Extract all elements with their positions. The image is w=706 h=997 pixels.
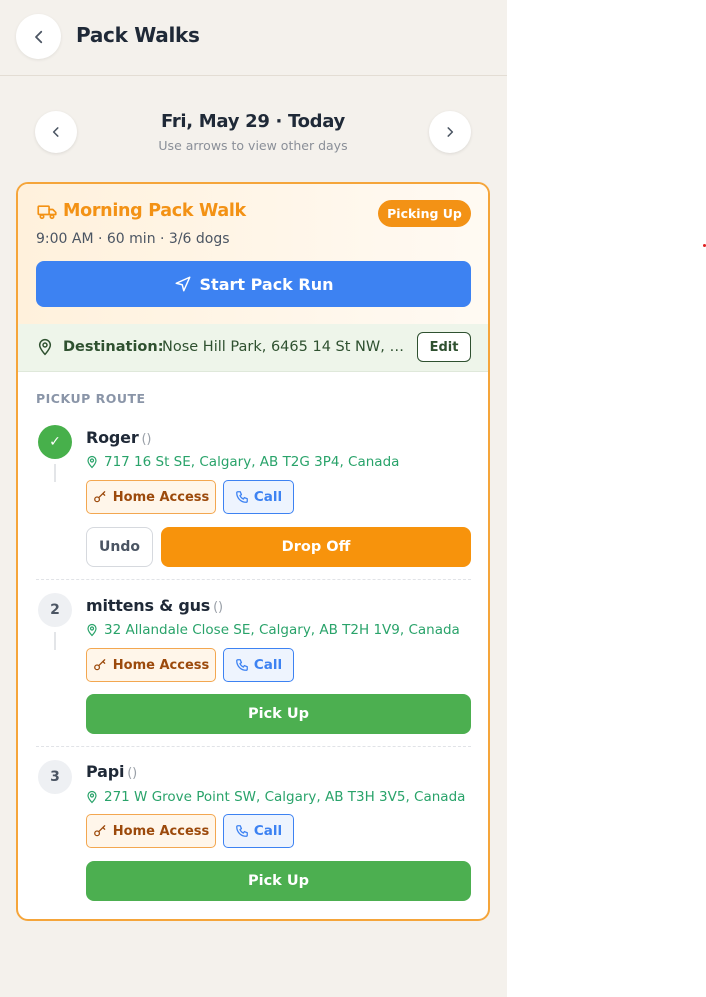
status-badge: Picking Up — [378, 200, 471, 227]
stop-address-link[interactable]: 717 16 St SE, Calgary, AB T2G 3P4, Canad… — [86, 454, 399, 470]
phone-icon — [235, 825, 248, 837]
destination-label: Destination: — [63, 339, 164, 355]
phone-icon — [235, 491, 248, 503]
home-access-button[interactable]: Home Access — [86, 648, 216, 682]
map-pin-icon — [87, 623, 97, 637]
walk-meta: 9:00 AM · 60 min · 3/6 dogs — [36, 231, 230, 247]
stop-done-checkmark: ✓ — [38, 425, 72, 459]
dog-name: mittens & gus — [86, 596, 211, 615]
home-access-label: Home Access — [112, 489, 210, 505]
stop-divider — [36, 746, 471, 747]
walk-header: Morning Pack Walk Picking Up 9:00 AM · 6… — [18, 184, 488, 324]
call-button[interactable]: Call — [223, 648, 294, 682]
undo-button[interactable]: Undo — [86, 527, 153, 567]
pick-up-button[interactable]: Pick Up — [86, 694, 471, 734]
map-pin-icon — [87, 455, 97, 469]
start-pack-run-label: Start Pack Run — [199, 274, 334, 294]
start-pack-run-button[interactable]: Start Pack Run — [36, 261, 471, 307]
stop-number: 2 — [38, 593, 72, 627]
page-title: Pack Walks — [76, 23, 200, 47]
stop-divider — [36, 579, 471, 580]
stop-address-link[interactable]: 32 Allandale Close SE, Calgary, AB T2H 1… — [86, 622, 460, 638]
call-button[interactable]: Call — [223, 480, 294, 514]
home-access-label: Home Access — [112, 657, 210, 673]
next-day-button[interactable] — [429, 111, 471, 153]
home-access-button[interactable]: Home Access — [86, 814, 216, 848]
back-button[interactable] — [16, 14, 61, 59]
pack-walks-screen: Pack Walks Fri, May 29 · Today Use arrow… — [0, 0, 507, 997]
stop-name: Papi() — [86, 762, 137, 781]
call-label: Call — [253, 823, 283, 839]
destination-value: Nose Hill Park, 6465 14 St NW, Calgary, … — [162, 339, 407, 355]
route-connector — [54, 464, 56, 482]
dog-owner: () — [127, 766, 137, 781]
home-access-button[interactable]: Home Access — [86, 480, 216, 514]
chevron-right-icon — [447, 127, 454, 137]
route-heading: PICKUP ROUTE — [36, 391, 146, 406]
call-button[interactable]: Call — [223, 814, 294, 848]
route-connector — [54, 632, 56, 650]
key-icon — [93, 659, 106, 671]
dog-name: Papi — [86, 762, 125, 781]
dog-owner: () — [141, 432, 152, 447]
edit-destination-button[interactable]: Edit — [417, 332, 471, 362]
date-hint: Use arrows to view other days — [158, 138, 348, 153]
pick-up-button[interactable]: Pick Up — [86, 861, 471, 901]
destination-bar: Destination: Nose Hill Park, 6465 14 St … — [18, 324, 488, 372]
stop-address-link[interactable]: 271 W Grove Point SW, Calgary, AB T3H 3V… — [86, 789, 465, 805]
dog-owner: () — [213, 600, 223, 615]
call-label: Call — [253, 489, 283, 505]
phone-icon — [235, 659, 248, 671]
call-label: Call — [253, 657, 283, 673]
stop-address: 271 W Grove Point SW, Calgary, AB T3H 3V… — [104, 789, 466, 805]
key-icon — [93, 825, 106, 837]
stop-name: Roger() — [86, 428, 151, 447]
top-bar: Pack Walks — [0, 0, 507, 76]
truck-icon — [37, 205, 57, 220]
drop-off-button[interactable]: Drop Off — [161, 527, 471, 567]
stop-address: 32 Allandale Close SE, Calgary, AB T2H 1… — [104, 622, 460, 638]
home-access-label: Home Access — [112, 823, 210, 839]
dog-name: Roger — [86, 428, 139, 447]
date-label: Fri, May 29 · Today — [161, 111, 345, 132]
key-icon — [93, 491, 106, 503]
map-pin-icon — [87, 790, 97, 804]
map-pin-icon — [38, 339, 52, 356]
chevron-left-icon — [34, 30, 42, 43]
walk-title: Morning Pack Walk — [63, 201, 246, 221]
stop-name: mittens & gus() — [86, 596, 223, 615]
stop-address: 717 16 St SE, Calgary, AB T2G 3P4, Canad… — [104, 454, 400, 470]
pack-walk-card: Morning Pack Walk Picking Up 9:00 AM · 6… — [16, 182, 490, 921]
navigation-arrow-icon — [175, 276, 191, 292]
stop-number: 3 — [38, 760, 72, 794]
